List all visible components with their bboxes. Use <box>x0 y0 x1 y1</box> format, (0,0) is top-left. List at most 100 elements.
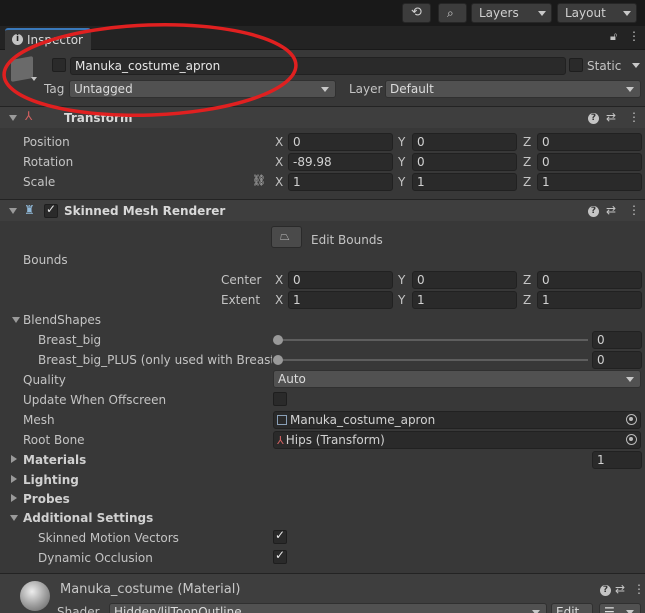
quality-dropdown[interactable]: Auto <box>273 370 641 388</box>
history-button[interactable]: ⟲ <box>402 3 431 23</box>
root-bone-label: Root Bone <box>23 433 85 447</box>
layer-dropdown[interactable]: Default <box>385 80 641 98</box>
chevron-down-icon[interactable] <box>632 63 640 68</box>
foldout-icon[interactable] <box>11 455 17 463</box>
position-y-field[interactable]: 0 <box>412 133 517 151</box>
blendshape-value-field[interactable]: 0 <box>592 351 642 369</box>
mesh-field[interactable]: Manuka_costume_apron <box>273 411 641 429</box>
search-icon: ⌕ <box>447 6 454 20</box>
tab-inspector[interactable]: i Inspector <box>5 28 91 50</box>
blendshape-slider-handle[interactable] <box>273 355 283 365</box>
position-z-field[interactable]: 0 <box>537 133 642 151</box>
shader-label: Shader <box>57 605 100 613</box>
presets-icon[interactable]: ⇄ <box>606 203 616 217</box>
object-name-field[interactable]: Manuka_costume_apron <box>70 57 566 75</box>
bounds-label: Bounds <box>23 253 68 267</box>
rotation-label: Rotation <box>23 155 74 169</box>
center-x-field[interactable]: 0 <box>288 271 393 289</box>
active-checkbox[interactable] <box>52 58 66 72</box>
tab-bar: i Inspector 🔓︎ ⋮ <box>0 26 645 50</box>
more-icon[interactable]: ⋮ <box>628 29 640 43</box>
help-icon[interactable]: ? <box>588 206 599 217</box>
foldout-icon[interactable] <box>10 515 18 521</box>
material-header[interactable]: Manuka_costume (Material) ? ⇄ ⋮ Shader H… <box>0 573 645 613</box>
presets-icon[interactable]: ⇄ <box>606 110 616 124</box>
help-icon[interactable]: ? <box>588 113 599 124</box>
chevron-down-icon <box>623 11 631 16</box>
mesh-icon <box>277 415 287 425</box>
more-icon[interactable]: ⋮ <box>628 110 640 124</box>
rotation-x-field[interactable]: -89.98 <box>288 153 393 171</box>
edit-bounds-button[interactable]: ⏢ <box>271 226 302 248</box>
rotation-z-field[interactable]: 0 <box>537 153 642 171</box>
position-x-field[interactable]: 0 <box>288 133 393 151</box>
axis-z-label: Z <box>523 293 532 307</box>
link-icon[interactable]: ⛓ <box>252 174 266 187</box>
center-label: Center <box>221 273 262 287</box>
tab-inspector-label: Inspector <box>27 33 83 47</box>
shader-dropdown[interactable]: Hidden/lilToonOutline <box>109 603 547 613</box>
axis-x-label: X <box>275 155 284 169</box>
scale-label: Scale <box>23 175 56 189</box>
more-icon[interactable]: ⋮ <box>628 203 640 217</box>
update-offscreen-checkbox[interactable] <box>273 392 287 406</box>
extent-z-field[interactable]: 1 <box>537 291 642 309</box>
foldout-icon[interactable] <box>12 317 20 323</box>
scale-x-field[interactable]: 1 <box>288 173 393 191</box>
tag-dropdown[interactable]: Untagged <box>69 80 336 98</box>
shader-list-button[interactable]: ☰ <box>599 603 641 613</box>
root-bone-value: Hips (Transform) <box>285 433 385 447</box>
foldout-icon[interactable] <box>11 475 17 483</box>
help-icon[interactable]: ? <box>600 585 611 596</box>
blendshape-slider-handle[interactable] <box>273 335 283 345</box>
axis-y-label: Y <box>398 155 406 169</box>
root-bone-field[interactable]: ⅄ Hips (Transform) <box>273 431 641 449</box>
blendshape-slider-track[interactable] <box>278 359 588 361</box>
center-z-field[interactable]: 0 <box>537 271 642 289</box>
scale-z-field[interactable]: 1 <box>537 173 642 191</box>
axis-y-label: Y <box>398 175 406 189</box>
object-picker-icon[interactable] <box>626 414 637 425</box>
foldout-icon[interactable] <box>9 208 17 214</box>
center-y-field[interactable]: 0 <box>412 271 517 289</box>
foldout-icon[interactable] <box>11 494 17 502</box>
search-button[interactable]: ⌕ <box>438 3 467 23</box>
axis-y-label: Y <box>398 273 406 287</box>
blendshapes-label: BlendShapes <box>23 313 101 327</box>
presets-icon[interactable]: ⇄ <box>615 582 625 596</box>
shader-edit-label: Edit... <box>556 605 591 613</box>
object-picker-icon[interactable] <box>626 434 637 445</box>
additional-settings-label[interactable]: Additional Settings <box>23 511 153 525</box>
blendshape-value-field[interactable]: 0 <box>592 331 642 349</box>
skinned-motion-checkbox[interactable] <box>273 528 287 544</box>
scale-y-field[interactable]: 1 <box>412 173 517 191</box>
lighting-label[interactable]: Lighting <box>23 473 79 487</box>
more-icon[interactable]: ⋮ <box>633 582 645 596</box>
blendshape-slider-track[interactable] <box>278 339 588 341</box>
top-toolbar: ⟲ ⌕ Layers Layout <box>0 0 645 26</box>
mesh-label: Mesh <box>23 413 55 427</box>
extent-x-field[interactable]: 1 <box>288 291 393 309</box>
dynamic-occlusion-checkbox[interactable] <box>273 548 287 564</box>
renderer-enabled-checkbox[interactable] <box>44 202 58 218</box>
skinned-mesh-renderer-header[interactable]: ♜ Skinned Mesh Renderer ? ⇄ ⋮ <box>0 199 645 221</box>
materials-count-field[interactable]: 1 <box>592 451 642 469</box>
transform-header[interactable]: ⅄ Transform ? ⇄ ⋮ <box>0 106 645 128</box>
lock-icon[interactable]: 🔓︎ <box>610 30 617 44</box>
probes-label[interactable]: Probes <box>23 492 70 506</box>
chevron-down-icon[interactable] <box>31 77 37 81</box>
history-icon: ⟲ <box>411 5 422 20</box>
transform-icon: ⅄ <box>277 434 284 447</box>
shader-value: Hidden/lilToonOutline <box>114 605 242 613</box>
static-checkbox[interactable] <box>569 58 583 72</box>
foldout-icon[interactable] <box>9 115 17 121</box>
shader-edit-button[interactable]: Edit... <box>551 603 593 613</box>
materials-label[interactable]: Materials <box>23 453 86 467</box>
rotation-y-field[interactable]: 0 <box>412 153 517 171</box>
layers-dropdown[interactable]: Layers <box>471 3 552 23</box>
material-sphere-icon <box>20 581 50 611</box>
layout-dropdown[interactable]: Layout <box>557 3 637 23</box>
edit-bounds-label: Edit Bounds <box>311 233 383 247</box>
axis-y-label: Y <box>398 293 406 307</box>
extent-y-field[interactable]: 1 <box>412 291 517 309</box>
